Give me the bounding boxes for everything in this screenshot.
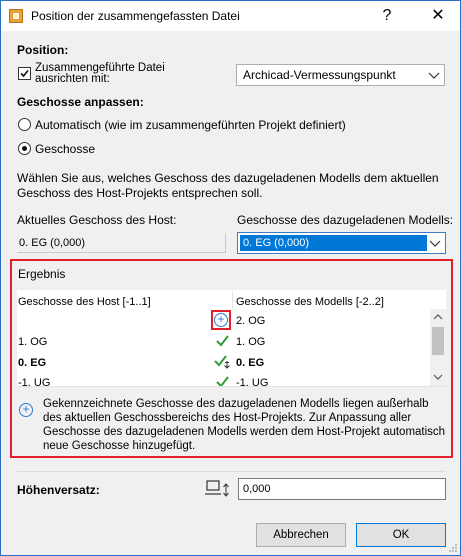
host-story-cell: 1. OG xyxy=(18,336,48,348)
result-list: Geschosse des Host [-1..1] Geschosse des… xyxy=(17,290,446,387)
check-icon xyxy=(216,335,229,347)
radio-stories-label: Geschosse xyxy=(35,142,96,156)
radio-auto[interactable] xyxy=(18,118,31,131)
window-title: Position der zusammengefassten Datei xyxy=(31,9,240,23)
position-heading: Position: xyxy=(17,43,69,57)
resize-grip-icon[interactable] xyxy=(448,543,458,553)
merged-story-label: Geschosse des dazugeladenen Modells: xyxy=(237,213,454,227)
stories-heading: Geschosse anpassen: xyxy=(17,95,144,109)
chevron-down-icon xyxy=(428,72,440,79)
merged-story-cell: 1. OG xyxy=(236,336,266,348)
merged-col-header: Geschosse des Modells [-2..2] xyxy=(236,296,384,308)
align-target-dropdown[interactable]: Archicad-Vermessungspunkt xyxy=(236,64,445,86)
result-info-text: Gekennzeichnete Geschosse des dazugelade… xyxy=(43,398,446,452)
checkmark-icon xyxy=(20,69,29,78)
cancel-button[interactable]: Abbrechen xyxy=(256,523,346,547)
merged-story-cell: -1. UG xyxy=(236,377,269,386)
align-checkbox-label: Zusammengeführte Datei ausrichten mit: xyxy=(35,62,165,85)
merge-position-dialog: Position der zusammengefassten Datei ? ✕… xyxy=(0,0,461,556)
offset-input[interactable]: 0,000 xyxy=(238,478,446,500)
check-icon xyxy=(216,376,229,386)
align-checkbox[interactable] xyxy=(18,67,31,80)
scroll-up-icon[interactable] xyxy=(433,313,443,321)
host-story-cell: -1. UG xyxy=(18,377,51,386)
result-heading: Ergebnis xyxy=(18,267,66,281)
radio-stories[interactable] xyxy=(18,142,31,155)
merged-story-cell: 2. OG xyxy=(236,315,266,327)
column-divider xyxy=(232,292,233,310)
result-scrollbar[interactable] xyxy=(430,309,446,386)
merged-story-value: 0. EG (0,000) xyxy=(240,235,427,251)
title-bar: Position der zusammengefassten Datei ? ✕ xyxy=(1,1,460,31)
scroll-down-icon[interactable] xyxy=(433,373,443,381)
host-story-field: 0. EG (0,000) xyxy=(17,233,226,253)
radio-auto-label: Automatisch (wie im zusammengeführten Pr… xyxy=(35,118,346,132)
offset-label: Höhenversatz: xyxy=(17,483,100,497)
close-button[interactable]: ✕ xyxy=(418,1,458,31)
align-label-line2: ausrichten mit: xyxy=(35,73,110,85)
chevron-down-icon xyxy=(429,240,441,247)
app-icon xyxy=(9,9,23,23)
ok-button[interactable]: OK xyxy=(356,523,446,547)
check-anchor-icon xyxy=(214,355,230,369)
merged-story-dropdown[interactable]: 0. EG (0,000) xyxy=(237,232,446,254)
add-story-icon: + xyxy=(214,313,228,327)
host-story-label: Aktuelles Geschoss des Host: xyxy=(17,213,177,227)
help-button[interactable]: ? xyxy=(367,1,407,31)
host-story-cell: 0. EG xyxy=(18,357,47,369)
stories-instruction: Wählen Sie aus, welches Geschoss des daz… xyxy=(17,171,439,200)
elevation-offset-icon xyxy=(205,480,229,497)
info-add-icon: + xyxy=(19,403,33,417)
divider xyxy=(17,471,446,472)
align-target-value: Archicad-Vermessungspunkt xyxy=(243,68,396,82)
scroll-thumb[interactable] xyxy=(432,327,444,355)
host-col-header: Geschosse des Host [-1..1] xyxy=(18,296,151,308)
merged-story-cell: 0. EG xyxy=(236,357,265,369)
